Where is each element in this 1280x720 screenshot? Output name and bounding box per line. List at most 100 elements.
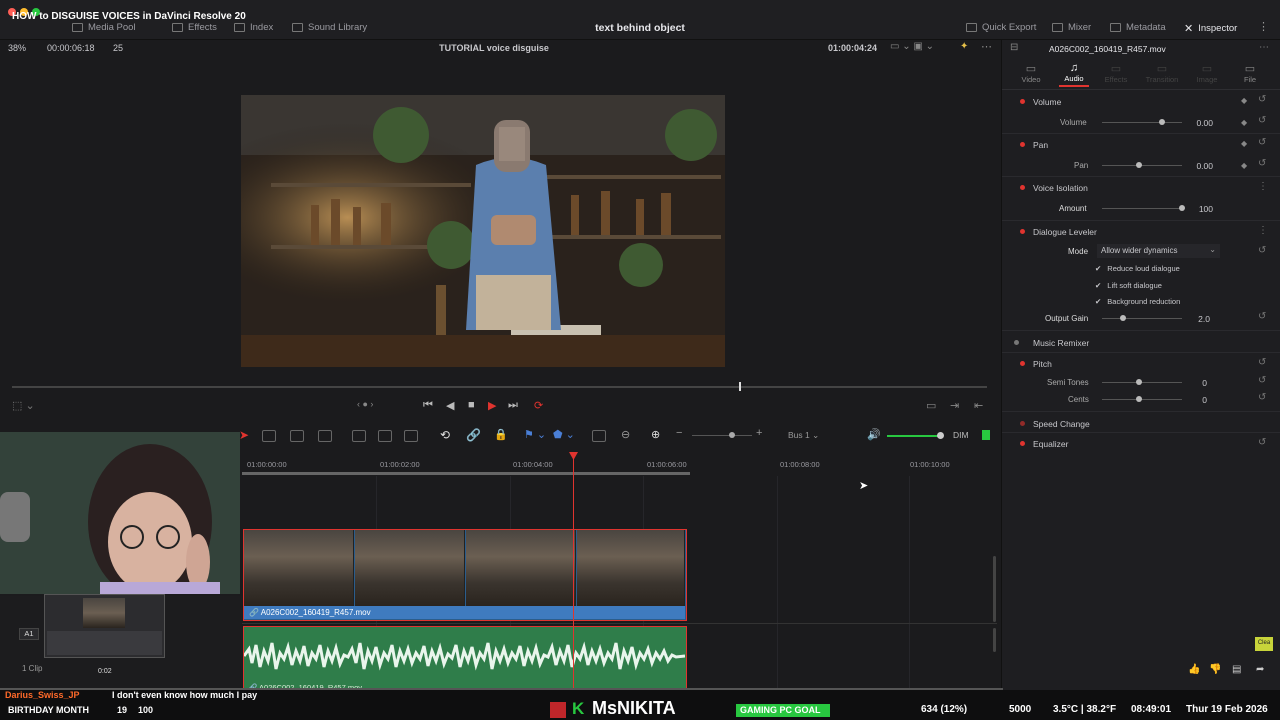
equalizer-toggle[interactable]: [1020, 441, 1025, 446]
go-to-end-button[interactable]: ⏭: [508, 399, 518, 412]
pitch-reset-icon[interactable]: ↺: [1258, 357, 1266, 368]
zoom-detail-icon[interactable]: ⊖: [621, 428, 630, 441]
snapping-icon[interactable]: ⟲: [440, 428, 450, 442]
trim-tool-icon[interactable]: [262, 430, 276, 442]
blade-tool-icon[interactable]: [318, 430, 332, 442]
index-button[interactable]: Index: [234, 22, 273, 33]
pan-value[interactable]: 0.00: [1188, 161, 1213, 171]
zoom-slider-knob[interactable]: [729, 432, 735, 438]
selection-tool-icon[interactable]: ➤: [239, 428, 249, 442]
dialogue-leveler-options-icon[interactable]: ⋮: [1258, 225, 1268, 236]
volume-reset-icon[interactable]: ↺: [1258, 94, 1266, 105]
dialogue-leveler-toggle[interactable]: [1020, 229, 1025, 234]
thumbs-down-icon[interactable]: 👎: [1209, 664, 1221, 675]
voice-isolation-options-icon[interactable]: ⋮: [1258, 181, 1268, 192]
linked-selection-icon[interactable]: 🔗: [466, 428, 481, 442]
volume-value-keyframe-icon[interactable]: ◆: [1241, 118, 1247, 127]
thumbs-up-icon[interactable]: 👍: [1188, 664, 1200, 675]
pitch-toggle[interactable]: [1020, 361, 1025, 366]
output-gain-reset-icon[interactable]: ↺: [1258, 311, 1266, 322]
pan-slider[interactable]: [1102, 165, 1182, 166]
cents-value[interactable]: 0: [1192, 395, 1207, 405]
loop-button[interactable]: ⟳: [534, 399, 543, 412]
timeline-ruler[interactable]: 01:00:00:00 01:00:02:00 01:00:04:00 01:0…: [242, 456, 997, 476]
pitch-header[interactable]: Pitch: [1033, 359, 1052, 369]
zoom-full-icon[interactable]: [592, 430, 606, 442]
zoom-slider[interactable]: [692, 435, 752, 436]
lock-icon[interactable]: 🔒: [494, 428, 508, 441]
cents-slider[interactable]: [1102, 399, 1182, 400]
replace-clip-icon[interactable]: [404, 430, 418, 442]
flag-icon[interactable]: ⚑ ⌄: [524, 428, 546, 441]
tab-effects[interactable]: ▭ Effects: [1101, 62, 1131, 84]
pan-value-reset-icon[interactable]: ↺: [1258, 158, 1266, 169]
background-reduction-checkbox[interactable]: ✔ Background reduction: [1095, 297, 1180, 306]
bus-select[interactable]: Bus 1 ⌄: [788, 430, 819, 441]
comment-icon[interactable]: ▤: [1232, 664, 1241, 675]
equalizer-header[interactable]: Equalizer: [1033, 439, 1068, 449]
output-gain-value[interactable]: 2.0: [1188, 314, 1210, 324]
pan-reset-icon[interactable]: ↺: [1258, 137, 1266, 148]
clear-badge[interactable]: Clea: [1255, 637, 1273, 651]
playhead[interactable]: [569, 452, 578, 692]
voice-isolation-toggle[interactable]: [1020, 185, 1025, 190]
speaker-icon[interactable]: 🔊: [867, 428, 881, 441]
dialogue-leveler-header[interactable]: Dialogue Leveler: [1033, 227, 1097, 237]
volume-value[interactable]: 0.00: [1188, 118, 1213, 128]
monitor-volume-slider[interactable]: [887, 435, 942, 437]
prev-clip-icon[interactable]: ⇤: [974, 399, 983, 412]
amount-slider-knob[interactable]: [1179, 205, 1185, 211]
inspector-button[interactable]: ✕ Inspector: [1184, 22, 1237, 35]
metadata-button[interactable]: Metadata: [1110, 22, 1166, 33]
music-remixer-header[interactable]: Music Remixer: [1033, 338, 1089, 348]
viewer-options-icon[interactable]: ▭ ⌄ ▣ ⌄: [890, 41, 934, 52]
reduce-loud-checkbox[interactable]: ✔ Reduce loud dialogue: [1095, 264, 1180, 273]
volume-slider-knob[interactable]: [1159, 119, 1165, 125]
overwrite-clip-icon[interactable]: [378, 430, 392, 442]
semi-tones-value[interactable]: 0: [1192, 378, 1207, 388]
mode-dropdown[interactable]: Allow wider dynamics ⌄: [1097, 244, 1220, 258]
video-clip[interactable]: 🔗 A026C002_160419_R457.mov: [243, 529, 687, 621]
inspector-more-icon[interactable]: ⋯: [1259, 42, 1269, 53]
dynamic-trim-icon[interactable]: [290, 430, 304, 442]
zoom-custom-icon[interactable]: ⊕: [651, 428, 660, 441]
audio-scrollbar[interactable]: [993, 628, 996, 652]
quick-export-button[interactable]: Quick Export: [966, 22, 1036, 33]
effects-button[interactable]: Effects: [172, 22, 217, 33]
video-preview[interactable]: [241, 95, 725, 367]
semi-tones-reset-icon[interactable]: ↺: [1258, 375, 1266, 386]
more-options-icon[interactable]: ⋮: [1258, 20, 1269, 33]
semi-tones-slider-knob[interactable]: [1136, 379, 1142, 385]
insert-clip-icon[interactable]: [352, 430, 366, 442]
go-to-start-button[interactable]: ⏮: [423, 399, 433, 412]
amount-slider[interactable]: [1102, 208, 1182, 209]
cents-reset-icon[interactable]: ↺: [1258, 392, 1266, 403]
play-button[interactable]: ▶: [488, 399, 496, 412]
play-reverse-button[interactable]: ◀: [446, 399, 454, 412]
stop-button[interactable]: ■: [468, 399, 475, 411]
scrubber-handle[interactable]: [739, 382, 741, 391]
sound-library-button[interactable]: Sound Library: [292, 22, 367, 33]
tab-transition[interactable]: ▭ Transition: [1143, 62, 1181, 84]
bypass-icon[interactable]: ✦: [960, 41, 968, 52]
pan-header[interactable]: Pan: [1033, 140, 1048, 150]
output-gain-slider[interactable]: [1102, 318, 1182, 319]
mode-reset-icon[interactable]: ↺: [1258, 245, 1266, 256]
cents-slider-knob[interactable]: [1136, 396, 1142, 402]
semi-tones-slider[interactable]: [1102, 382, 1182, 383]
viewer-more-icon[interactable]: ⋯: [981, 40, 992, 53]
next-clip-icon[interactable]: ⇥: [950, 399, 959, 412]
zoom-level[interactable]: 38%: [8, 43, 26, 53]
volume-enable-toggle[interactable]: [1020, 99, 1025, 104]
zoom-in-icon[interactable]: +: [756, 427, 762, 439]
timeline-scrollbar[interactable]: [993, 556, 996, 622]
music-remixer-toggle[interactable]: [1014, 340, 1019, 345]
equalizer-reset-icon[interactable]: ↺: [1258, 437, 1266, 448]
pan-enable-toggle[interactable]: [1020, 142, 1025, 147]
speed-change-toggle[interactable]: [1020, 421, 1025, 426]
marker-icon[interactable]: ⬟ ⌄: [553, 428, 575, 441]
viewer-scrubber[interactable]: [12, 382, 987, 391]
jog-control[interactable]: ‹ ● ›: [357, 399, 373, 409]
media-pool-button[interactable]: Media Pool: [72, 22, 136, 33]
amount-value[interactable]: 100: [1188, 204, 1213, 214]
